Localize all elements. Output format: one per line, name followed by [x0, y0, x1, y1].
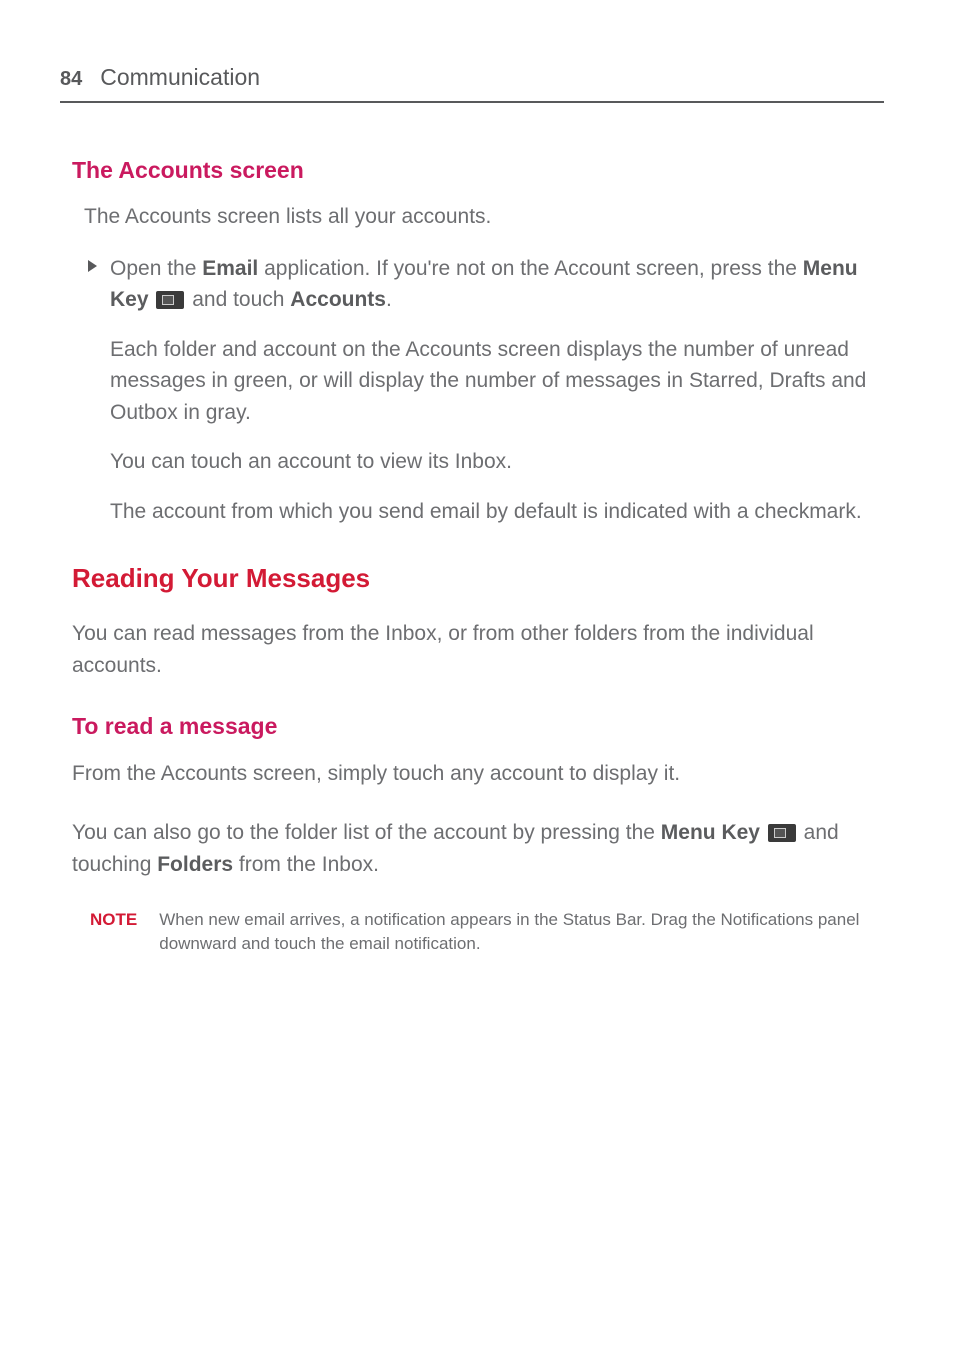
note-label: NOTE: [90, 908, 137, 956]
text-fragment: .: [386, 288, 392, 311]
reading-messages-heading: Reading Your Messages: [72, 559, 884, 598]
menu-key-term-2: Menu Key: [661, 821, 760, 844]
accounts-bullet: Open the Email application. If you're no…: [110, 253, 884, 528]
bullet-open-email: Open the Email application. If you're no…: [110, 253, 884, 316]
bullet-folders-para: Each folder and account on the Accounts …: [110, 334, 884, 429]
text-fragment: from the Inbox.: [233, 853, 379, 876]
page-header: 84 Communication: [60, 60, 884, 103]
to-read-p2: You can also go to the folder list of th…: [72, 817, 872, 880]
accounts-term: Accounts: [290, 288, 386, 311]
note-text: When new email arrives, a notification a…: [159, 908, 872, 956]
to-read-p1: From the Accounts screen, simply touch a…: [72, 758, 872, 790]
folders-term: Folders: [157, 853, 233, 876]
menu-key-icon: [156, 291, 184, 309]
bullet-default-para: The account from which you send email by…: [110, 496, 884, 528]
page-number: 84: [60, 64, 82, 94]
bullet-triangle-icon: [88, 260, 97, 272]
text-fragment: You can also go to the folder list of th…: [72, 821, 661, 844]
accounts-screen-heading: The Accounts screen: [72, 153, 884, 188]
note-block: NOTE When new email arrives, a notificat…: [90, 908, 872, 956]
bullet-touch-para: You can touch an account to view its Inb…: [110, 446, 884, 478]
text-fragment: application. If you're not on the Accoun…: [258, 257, 803, 280]
menu-key-icon: [768, 824, 796, 842]
accounts-screen-intro: The Accounts screen lists all your accou…: [84, 201, 884, 233]
chapter-title: Communication: [100, 60, 260, 95]
email-term: Email: [202, 257, 258, 280]
text-fragment: and touch: [186, 288, 290, 311]
reading-messages-intro: You can read messages from the Inbox, or…: [72, 618, 872, 681]
to-read-heading: To read a message: [72, 709, 884, 744]
text-fragment: Open the: [110, 257, 202, 280]
